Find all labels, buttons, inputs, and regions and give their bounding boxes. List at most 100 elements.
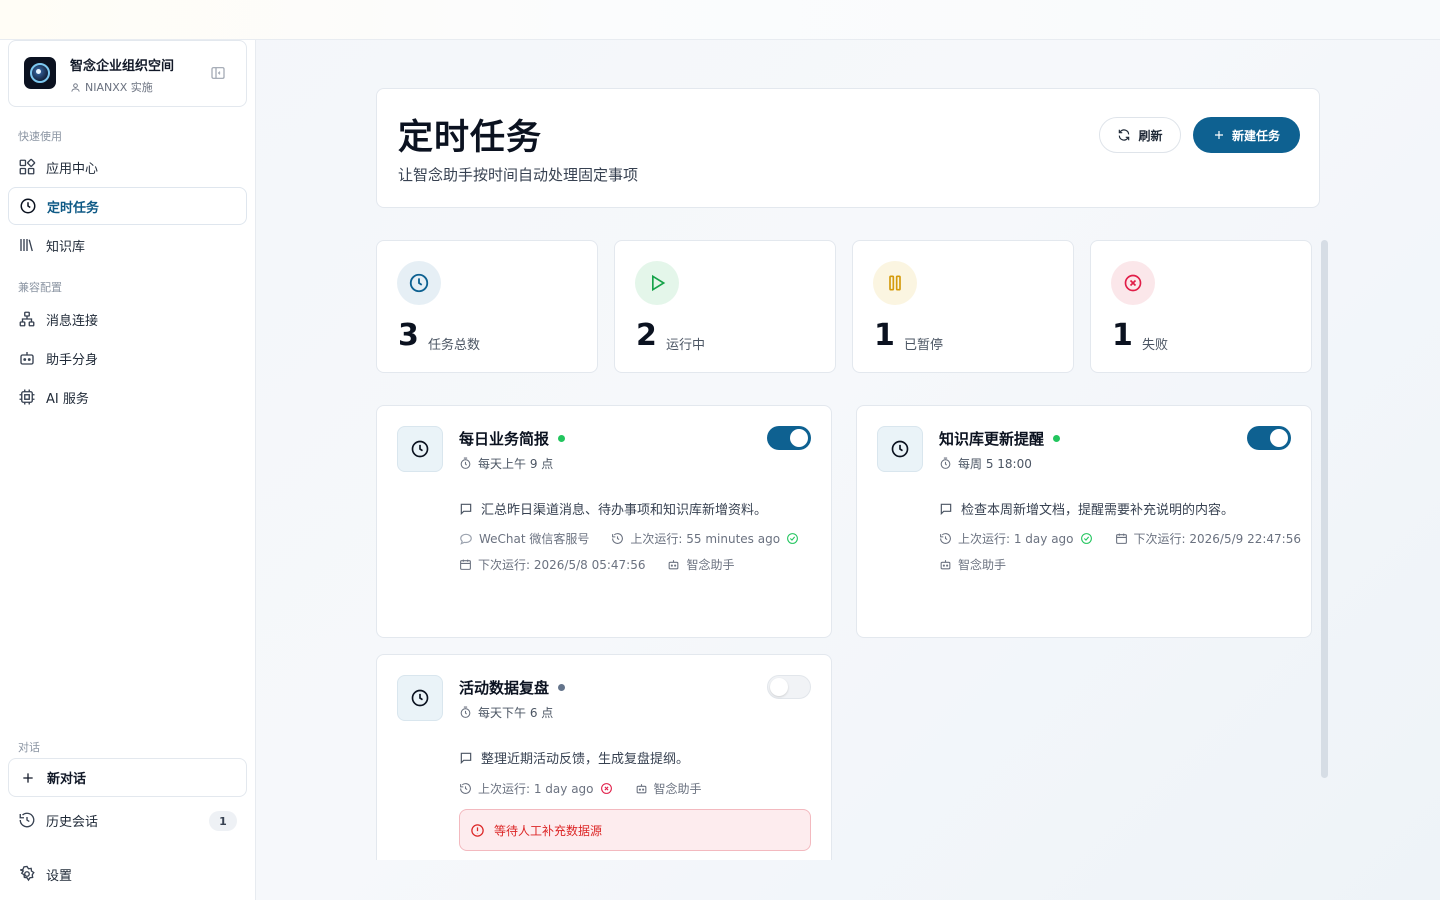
task-error-alert: 等待人工补充数据源 [459,809,811,851]
task-description: 汇总昨日渠道消息、待办事项和知识库新增资料。 [459,499,767,518]
bot-icon [20,352,34,365]
task-title: 活动数据复盘 [459,677,566,698]
page-subtitle: 让智念助手按时间自动处理固定事项 [398,166,639,184]
task-schedule: 每天下午 6 点 [459,704,553,721]
sidebar: 智念企业组织空间 NIANXX 实施 快速使用 应用中心 定时任务 知识库 兼容… [0,40,256,900]
network-icon [19,311,35,327]
bot-icon [636,784,646,794]
org-subtitle: NIANXX 实施 [70,79,153,95]
stat-card-total: 3 任务总数 [376,240,598,373]
status-dot-active [1053,435,1061,442]
org-name: 智念企业组织空间 [70,59,175,74]
stat-icon-wrap [1111,261,1155,305]
timer-icon [460,457,471,469]
play-icon [652,274,666,292]
task-card-daily-brief[interactable]: 每日业务简报 每天上午 9 点 汇总昨日渠道消息、待办事项和知识库新增资料。 W… [376,405,832,638]
sidebar-item-label: 知识库 [46,239,86,255]
section-label-chat: 对话 [18,741,40,754]
x-circle-icon [1124,274,1142,292]
task-last-run: 上次运行: 1 day ago [958,532,1074,546]
history-count-badge: 1 [209,811,237,831]
sidebar-item-scheduled-tasks[interactable]: 定时任务 [8,187,247,225]
sidebar-item-label: 设置 [46,868,73,884]
stat-label: 任务总数 [428,338,481,353]
message-icon [940,503,952,515]
bot-icon [940,560,951,570]
task-card-knowledge-reminder[interactable]: 知识库更新提醒 每周 5 18:00 检查本周新增文档，提醒需要补充说明的内容。… [856,405,1312,638]
timer-icon [940,457,951,469]
clock-icon [409,273,429,293]
section-label-compat: 兼容配置 [18,281,62,294]
org-logo [24,57,56,89]
task-channel: WeChat 微信客服号 [479,532,590,546]
stat-value: 3 [398,318,419,353]
sidebar-item-label: 历史会话 [46,814,99,830]
task-description: 检查本周新增文档，提醒需要补充说明的内容。 [939,499,1234,518]
library-icon [20,239,33,252]
stat-icon-wrap [635,261,679,305]
task-assistant: 智念助手 [686,558,735,572]
sidebar-item-label: 助手分身 [46,352,99,368]
stat-card-running: 2 运行中 [614,240,836,373]
sidebar-item-ai-service[interactable]: AI 服务 [8,378,247,416]
sidebar-item-assistants[interactable]: 助手分身 [8,339,247,377]
task-last-run: 上次运行: 1 day ago [478,782,594,796]
org-switcher[interactable]: 智念企业组织空间 NIANXX 实施 [8,40,247,107]
task-icon-wrap [877,426,923,472]
clock-icon [20,198,36,214]
task-meta-row: WeChat 微信客服号 上次运行: 55 minutes ago [459,530,799,547]
task-enabled-toggle[interactable] [767,675,811,699]
new-chat-button[interactable]: 新对话 [8,758,247,797]
sidebar-item-label: 消息连接 [46,313,99,329]
stat-value: 2 [636,318,657,353]
message-icon [460,503,472,515]
task-next-run: 下次运行: 2026/5/9 22:47:56 [1133,532,1301,546]
bot-icon [669,560,679,570]
apps-icon [19,158,36,175]
user-icon [71,82,80,92]
sidebar-item-history[interactable]: 历史会话 1 [8,801,247,839]
refresh-icon [1119,129,1130,141]
chat-bubble-icon [460,533,472,545]
sidebar-item-label: 定时任务 [47,200,100,216]
clock-icon [411,689,429,707]
history-icon [19,812,35,828]
top-bar [0,0,1440,40]
sidebar-item-settings[interactable]: 设置 [8,855,247,893]
task-card-campaign-review[interactable]: 活动数据复盘 每天下午 6 点 整理近期活动反馈，生成复盘提纲。 上次运行: 1… [376,654,832,860]
calendar-icon [1115,533,1127,544]
new-task-button[interactable]: 新建任务 [1193,117,1300,153]
scrollbar[interactable] [1321,240,1328,778]
stat-icon-wrap [873,261,917,305]
task-title: 每日业务简报 [459,428,566,449]
task-assistant: 智念助手 [653,782,702,796]
task-meta-row: 下次运行: 2026/5/8 05:47:56 智念助手 [459,556,734,573]
history-icon [460,783,471,794]
task-last-run: 上次运行: 55 minutes ago [630,532,781,546]
task-description: 整理近期活动反馈，生成复盘提纲。 [459,748,689,767]
task-icon-wrap [397,675,443,721]
task-next-run: 下次运行: 2026/5/8 05:47:56 [478,558,646,572]
page-title: 定时任务 [398,118,543,158]
task-icon-wrap [397,426,443,472]
stat-label: 已暂停 [904,338,944,353]
sidebar-item-knowledge[interactable]: 知识库 [8,226,247,264]
sidebar-item-apps[interactable]: 应用中心 [8,148,247,186]
message-icon [460,752,472,764]
refresh-button[interactable]: 刷新 [1099,117,1181,153]
stat-label: 运行中 [666,338,706,353]
stat-card-paused: 1 已暂停 [852,240,1074,373]
stat-value: 1 [1112,318,1133,353]
task-schedule: 每周 5 18:00 [939,455,1032,472]
task-enabled-toggle[interactable] [767,426,811,450]
task-schedule: 每天上午 9 点 [459,455,553,472]
history-icon [612,533,624,544]
status-dot-inactive [558,684,566,691]
task-title: 知识库更新提醒 [939,428,1061,449]
history-icon [940,533,951,544]
stat-icon-wrap [397,261,441,305]
collapse-sidebar-icon[interactable] [210,65,226,81]
task-enabled-toggle[interactable] [1247,426,1291,450]
sidebar-item-connections[interactable]: 消息连接 [8,300,247,338]
pause-icon [889,275,901,291]
